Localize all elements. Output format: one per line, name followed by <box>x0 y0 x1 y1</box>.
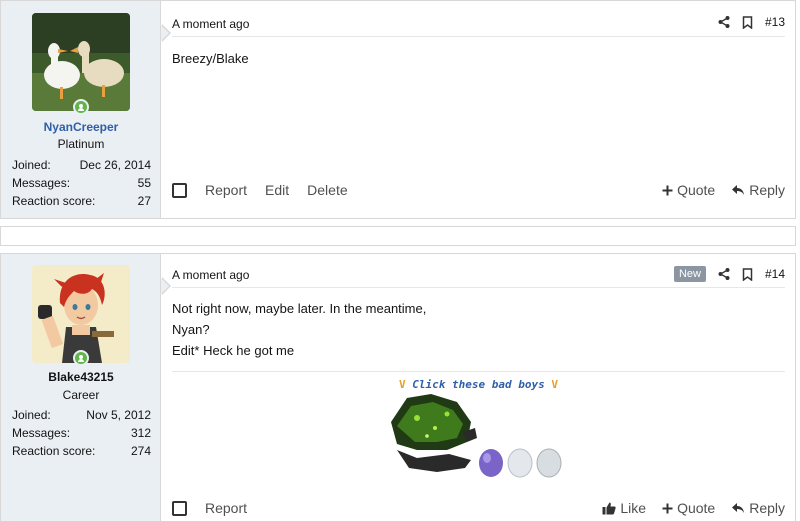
post-body-line: Edit* Heck he got me <box>172 343 295 358</box>
stat-messages: Messages: 312 <box>12 426 151 440</box>
username[interactable]: Blake43215 <box>1 370 161 384</box>
egg-white[interactable] <box>507 448 533 478</box>
post-time[interactable]: A moment ago <box>172 268 249 282</box>
quote-label: Quote <box>677 500 716 516</box>
reply-icon <box>731 502 745 514</box>
select-checkbox[interactable] <box>172 500 187 516</box>
user-title: Platinum <box>57 137 105 151</box>
header-divider <box>172 287 785 288</box>
quote-button[interactable]: Quote <box>662 182 715 198</box>
post-actions-left: Report <box>172 500 247 516</box>
report-link[interactable]: Report <box>205 500 247 516</box>
post-number[interactable]: #13 <box>765 15 785 29</box>
bookmark-icon[interactable] <box>742 267 753 281</box>
online-status-icon <box>73 350 89 366</box>
dragon-sprite[interactable] <box>391 394 477 472</box>
post-main: A moment ago #13 Breezy/Blake Report Edi… <box>162 1 795 218</box>
stat-label: Messages: <box>12 426 71 440</box>
select-checkbox[interactable] <box>172 182 187 198</box>
stat-reaction-score: Reaction score: 27 <box>12 194 151 208</box>
header-divider <box>172 36 785 37</box>
post-main: A moment ago New #14 Not right now, mayb… <box>162 254 795 521</box>
stat-value: 312 <box>130 426 151 440</box>
post-separator <box>0 226 796 246</box>
quote-label: Quote <box>677 182 716 198</box>
post-actions-right: Like Quote Reply <box>602 500 785 516</box>
share-icon[interactable] <box>718 268 730 280</box>
like-label: Like <box>620 500 647 516</box>
post-body: Breezy/Blake <box>172 48 249 69</box>
post-13: NyanCreeper Platinum Joined: Dec 26, 201… <box>0 0 796 219</box>
reply-button[interactable]: Reply <box>731 182 785 198</box>
stat-value: Nov 5, 2012 <box>86 408 151 422</box>
delete-link[interactable]: Delete <box>307 182 347 198</box>
post-body-line: Not right now, maybe later. In the meant… <box>172 301 427 316</box>
thumbs-up-icon <box>602 502 616 515</box>
signature-text[interactable]: V Click these bad boys V <box>162 378 795 391</box>
user-title: Career <box>62 388 100 402</box>
egg-grey[interactable] <box>536 448 562 478</box>
new-badge: New <box>673 266 706 282</box>
quote-button[interactable]: Quote <box>662 500 715 516</box>
avatar-image-ducks <box>32 13 130 111</box>
plus-icon <box>662 503 673 514</box>
stat-label: Joined: <box>12 408 51 422</box>
post-time[interactable]: A moment ago <box>172 17 249 31</box>
post-body-line: Breezy/Blake <box>172 51 249 66</box>
stat-messages: Messages: 55 <box>12 176 151 190</box>
signature-suffix: V <box>551 378 558 391</box>
signature-prefix: V <box>399 378 406 391</box>
online-status-icon <box>73 99 89 115</box>
user-panel: Blake43215 Career Joined: Nov 5, 2012 Me… <box>1 254 161 521</box>
reply-label: Reply <box>749 500 785 516</box>
signature-images[interactable] <box>387 392 577 482</box>
stat-value: Dec 26, 2014 <box>79 158 151 172</box>
reply-label: Reply <box>749 182 785 198</box>
post-number[interactable]: #14 <box>765 267 785 281</box>
reply-button[interactable]: Reply <box>731 500 785 516</box>
username[interactable]: NyanCreeper <box>1 120 161 134</box>
post-actions-left: Report Edit Delete <box>172 182 348 198</box>
stat-reaction-score: Reaction score: 274 <box>12 444 151 458</box>
bookmark-icon[interactable] <box>742 15 753 29</box>
plus-icon <box>662 185 673 196</box>
signature-divider <box>172 371 785 372</box>
stat-value: 274 <box>130 444 151 458</box>
signature-label: Click these bad boys <box>412 378 545 391</box>
post-actions-right: Quote Reply <box>662 182 785 198</box>
stat-label: Reaction score: <box>12 194 96 208</box>
stat-label: Messages: <box>12 176 71 190</box>
post-body-line: Nyan? <box>172 322 210 337</box>
stat-value: 27 <box>137 194 151 208</box>
post-tools: #13 <box>718 15 785 29</box>
avatar[interactable] <box>32 13 130 111</box>
edit-link[interactable]: Edit <box>265 182 289 198</box>
stat-joined: Joined: Nov 5, 2012 <box>12 408 151 422</box>
avatar[interactable] <box>32 265 130 363</box>
stat-joined: Joined: Dec 26, 2014 <box>12 158 151 172</box>
user-panel: NyanCreeper Platinum Joined: Dec 26, 201… <box>1 1 161 218</box>
stat-value: 55 <box>137 176 151 190</box>
stat-label: Reaction score: <box>12 444 96 458</box>
post-tools: New #14 <box>673 266 785 282</box>
post-14: Blake43215 Career Joined: Nov 5, 2012 Me… <box>0 253 796 521</box>
reply-icon <box>731 184 745 196</box>
egg-purple[interactable] <box>479 449 503 477</box>
like-button[interactable]: Like <box>602 500 646 516</box>
avatar-image-anime-character <box>32 265 130 363</box>
report-link[interactable]: Report <box>205 182 247 198</box>
share-icon[interactable] <box>718 16 730 28</box>
stat-label: Joined: <box>12 158 51 172</box>
post-body: Not right now, maybe later. In the meant… <box>172 298 426 361</box>
